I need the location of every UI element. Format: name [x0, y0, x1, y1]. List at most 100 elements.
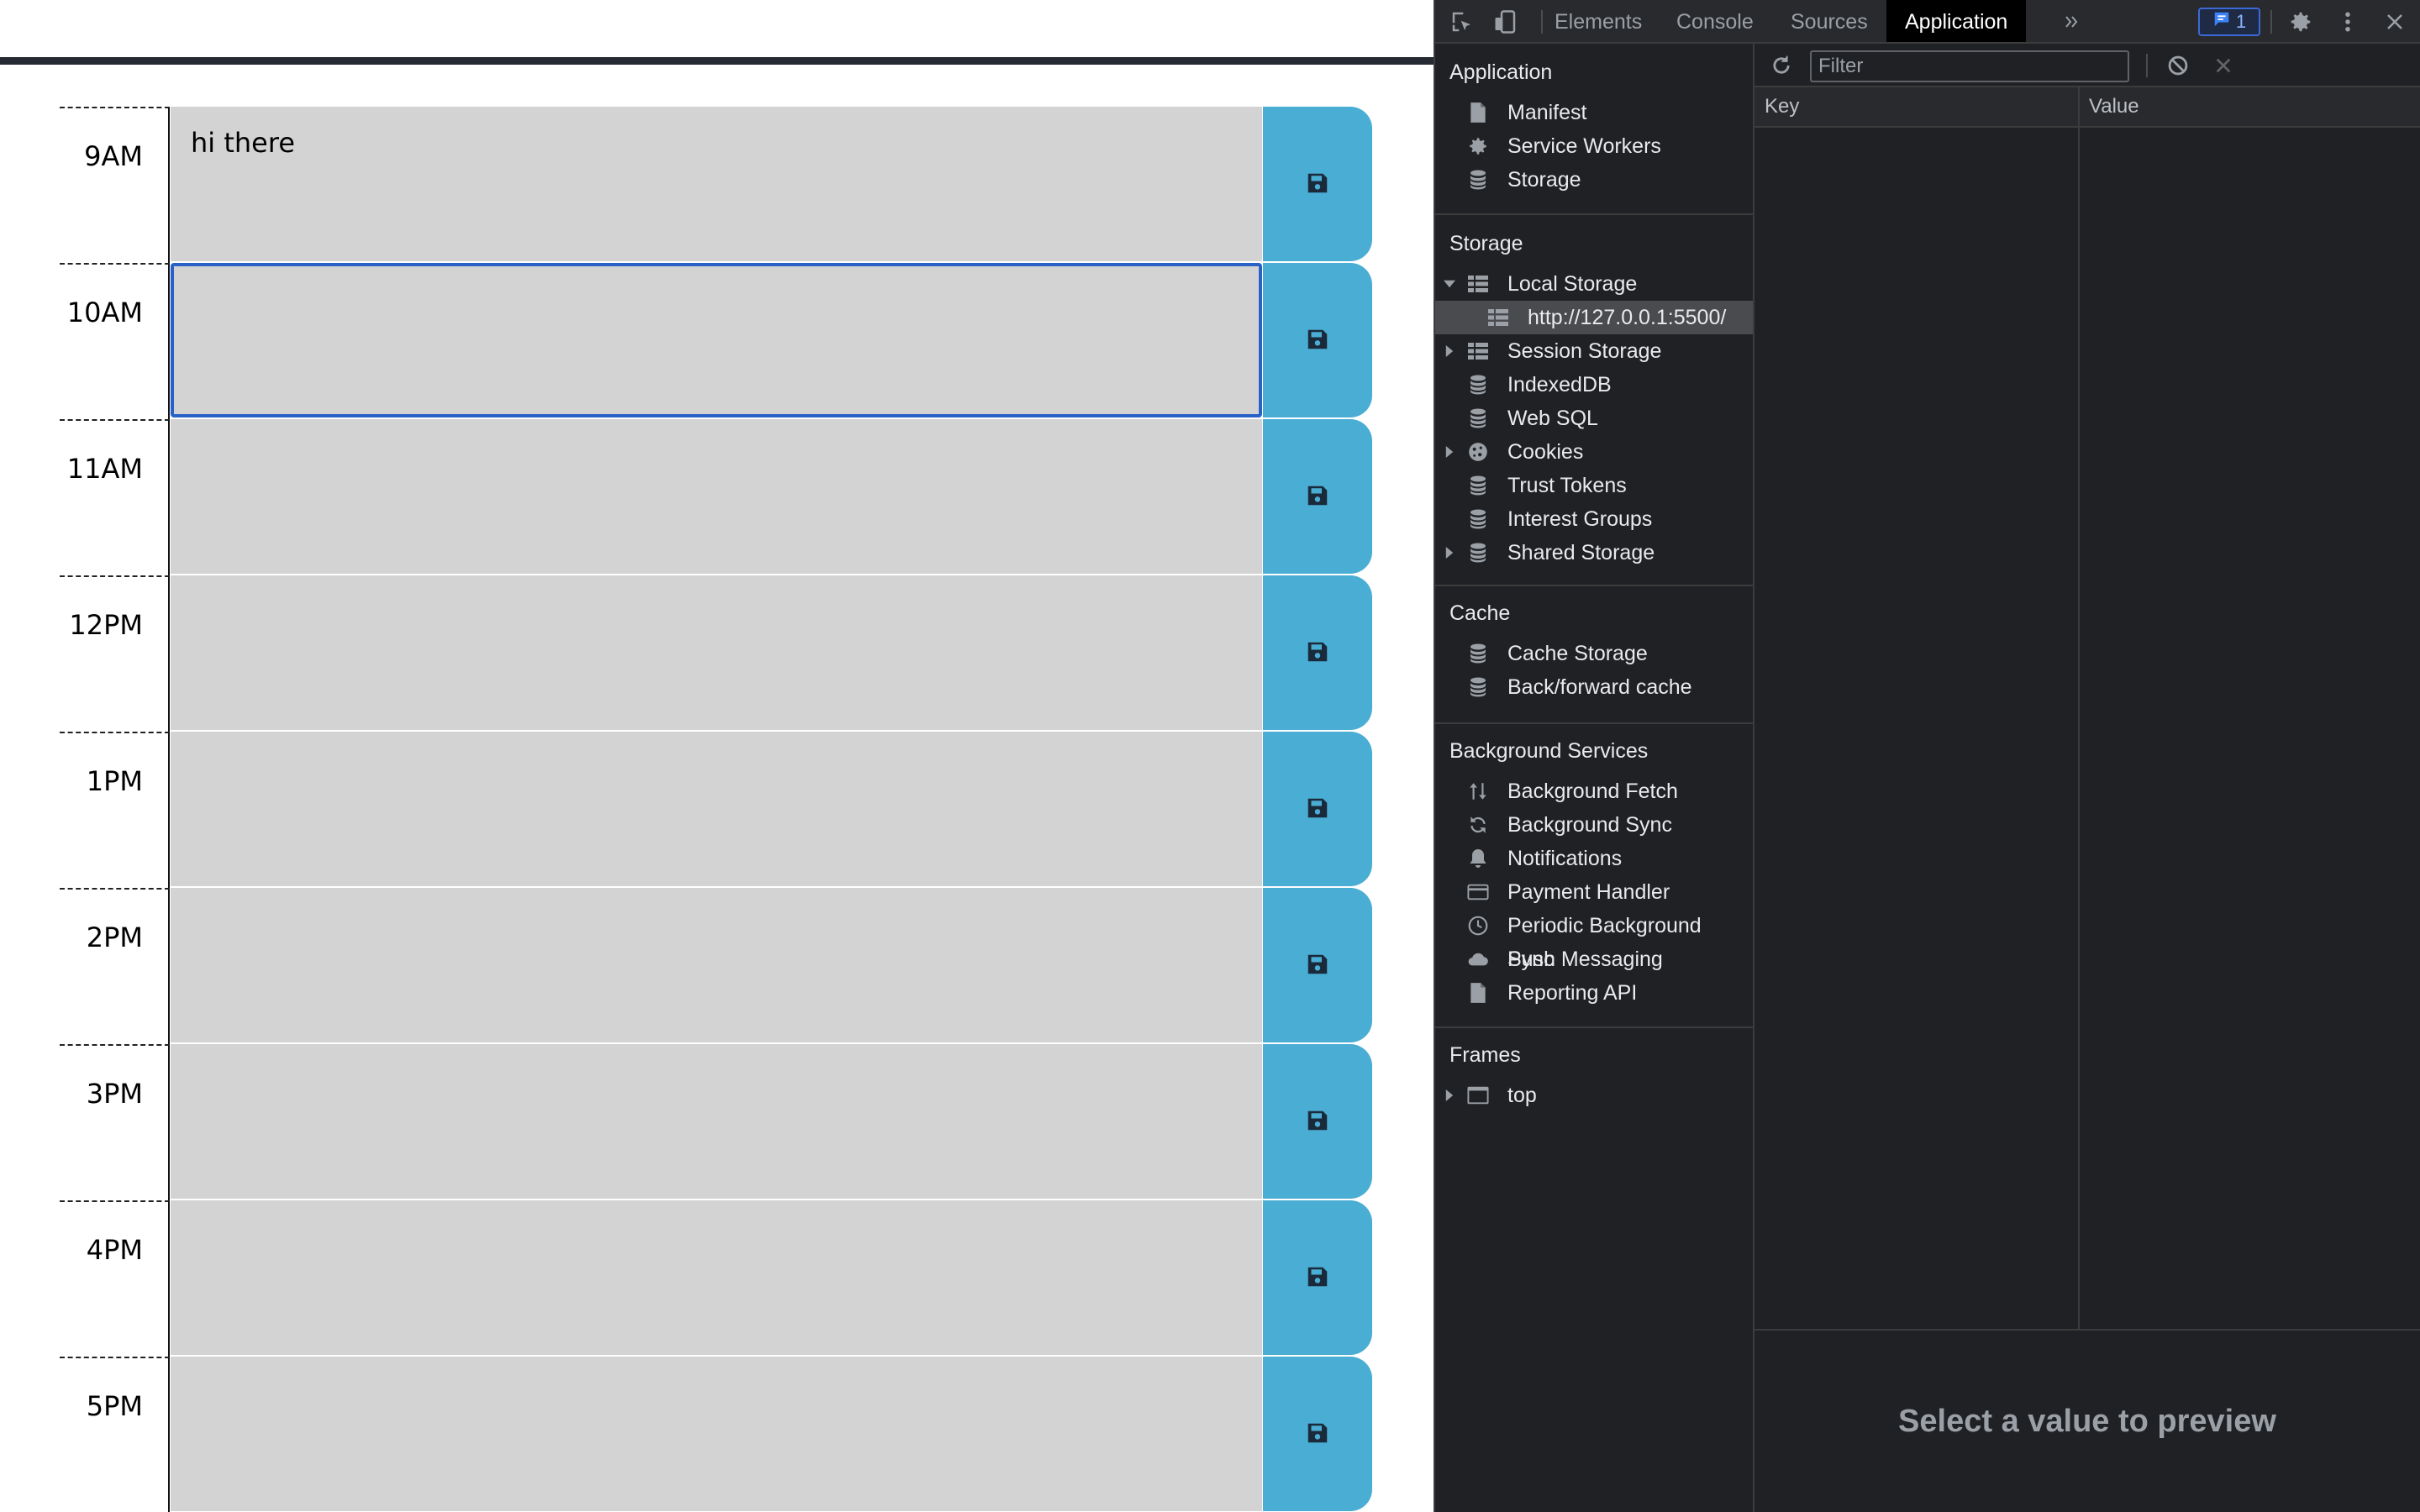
expand-right-icon[interactable] — [1442, 1079, 1457, 1112]
database-icon — [1467, 508, 1489, 530]
sidebar-item-http-127-0-0-1-5500[interactable]: http://127.0.0.1:5500/ — [1435, 301, 1753, 334]
sidebar-item-label: Notifications — [1507, 847, 1623, 870]
sidebar-item-notifications[interactable]: Notifications — [1435, 842, 1753, 875]
sidebar-item-reporting-api[interactable]: Reporting API — [1435, 976, 1753, 1010]
save-icon — [1305, 327, 1330, 354]
sidebar-item-cookies[interactable]: Cookies — [1435, 435, 1753, 469]
expand-right-icon[interactable] — [1442, 334, 1457, 368]
time-block-row: 1PM — [0, 732, 1434, 888]
column-header-key[interactable]: Key — [1754, 87, 1799, 126]
save-button[interactable] — [1263, 107, 1372, 261]
settings-gear-icon[interactable] — [2286, 7, 2316, 37]
section-title-application: Application — [1449, 60, 1553, 84]
save-icon — [1305, 483, 1330, 511]
delete-selected-icon[interactable] — [2208, 50, 2238, 81]
hour-label: 12PM — [60, 575, 170, 732]
sidebar-item-label: Cache Storage — [1507, 642, 1648, 665]
time-block-row: 2PM — [0, 888, 1434, 1044]
event-description-input[interactable] — [171, 888, 1262, 1042]
save-button[interactable] — [1263, 419, 1372, 574]
tab-sources[interactable]: Sources — [1772, 0, 1886, 42]
sidebar-item-label: Background Sync — [1507, 813, 1672, 837]
section-title-cache: Cache — [1449, 601, 1511, 625]
sidebar-item-service-workers[interactable]: Service Workers — [1435, 129, 1753, 163]
refresh-icon[interactable] — [1766, 50, 1797, 81]
save-button[interactable] — [1263, 732, 1372, 886]
column-header-value[interactable]: Value — [2079, 87, 2139, 126]
close-devtools-icon[interactable] — [2380, 7, 2410, 37]
issues-badge[interactable]: 1 — [2198, 8, 2260, 36]
toolbar-separator — [2270, 10, 2272, 34]
sidebar-item-local-storage[interactable]: Local Storage — [1435, 267, 1753, 301]
sidebar-item-label: Shared Storage — [1507, 541, 1655, 564]
database-icon — [1467, 374, 1489, 396]
sidebar-item-web-sql[interactable]: Web SQL — [1435, 402, 1753, 435]
sidebar-item-background-fetch[interactable]: Background Fetch — [1435, 774, 1753, 808]
event-description-input[interactable] — [171, 1357, 1262, 1511]
sidebar-item-background-sync[interactable]: Background Sync — [1435, 808, 1753, 842]
sidebar-item-top[interactable]: top — [1435, 1079, 1753, 1112]
sidebar-item-payment-handler[interactable]: Payment Handler — [1435, 875, 1753, 909]
sidebar-item-cache-storage[interactable]: Cache Storage — [1435, 637, 1753, 670]
expand-right-icon[interactable] — [1442, 435, 1457, 469]
inspect-element-icon[interactable] — [1447, 7, 1477, 37]
device-toolbar-icon[interactable] — [1491, 7, 1521, 37]
sidebar-item-periodic-background-sync[interactable]: Periodic Background Sync — [1435, 909, 1753, 971]
sidebar-item-label: top — [1507, 1084, 1537, 1107]
sidebar-item-label: Web SQL — [1507, 407, 1598, 430]
save-icon — [1305, 1108, 1330, 1136]
clear-all-icon[interactable] — [2163, 50, 2193, 81]
event-description-input[interactable] — [171, 263, 1262, 417]
sidebar-item-label: Reporting API — [1507, 981, 1638, 1005]
clock-icon — [1467, 915, 1489, 937]
sidebar-item-manifest[interactable]: Manifest — [1435, 96, 1753, 129]
sidebar-item-shared-storage[interactable]: Shared Storage — [1435, 536, 1753, 570]
sidebar-item-storage[interactable]: Storage — [1435, 163, 1753, 197]
filter-input[interactable] — [1810, 50, 2129, 82]
section-title-frames: Frames — [1449, 1043, 1521, 1067]
expand-right-icon[interactable] — [1442, 536, 1457, 570]
more-tabs-icon[interactable] — [2057, 7, 2087, 37]
tab-console[interactable]: Console — [1658, 0, 1772, 42]
tab-elements[interactable]: Elements — [1536, 0, 1660, 42]
database-icon — [1467, 169, 1489, 191]
file-icon — [1467, 102, 1489, 123]
sidebar-item-trust-tokens[interactable]: Trust Tokens — [1435, 469, 1753, 502]
save-button[interactable] — [1263, 1357, 1372, 1511]
event-description-input[interactable] — [171, 1200, 1262, 1355]
application-sidebar: Application Manifest Service Workers Storag… — [1435, 44, 1754, 1512]
issues-message-icon — [2212, 10, 2231, 34]
event-description-input[interactable]: hi there — [171, 107, 1262, 261]
sidebar-item-label: IndexedDB — [1507, 373, 1612, 396]
sidebar-item-label: Manifest — [1507, 101, 1587, 124]
bell-icon — [1467, 848, 1489, 869]
save-button[interactable] — [1263, 888, 1372, 1042]
event-description-input[interactable] — [171, 732, 1262, 886]
table-icon — [1467, 273, 1489, 295]
sidebar-item-indexeddb[interactable]: IndexedDB — [1435, 368, 1753, 402]
more-options-icon[interactable] — [2333, 7, 2363, 37]
event-description-input[interactable] — [171, 1044, 1262, 1199]
time-block-row: 11AM — [0, 419, 1434, 575]
expand-down-icon[interactable] — [1442, 267, 1457, 301]
sidebar-item-label: Push Messaging — [1507, 948, 1663, 971]
event-description-input[interactable] — [171, 419, 1262, 574]
tab-application[interactable]: Application — [1886, 0, 2027, 42]
hour-label: 9AM — [60, 107, 170, 263]
time-block-row: 9AM hi there — [0, 107, 1434, 263]
sidebar-item-session-storage[interactable]: Session Storage — [1435, 334, 1753, 368]
sidebar-item-back-forward-cache[interactable]: Back/forward cache — [1435, 670, 1753, 704]
sidebar-item-label: http://127.0.0.1:5500/ — [1528, 306, 1727, 329]
time-block-row: 12PM — [0, 575, 1434, 732]
save-icon — [1305, 171, 1330, 198]
save-button[interactable] — [1263, 575, 1372, 730]
save-button[interactable] — [1263, 263, 1372, 417]
sidebar-item-push-messaging[interactable]: Push Messaging — [1435, 942, 1753, 976]
sidebar-item-label: Interest Groups — [1507, 507, 1653, 531]
event-description-input[interactable] — [171, 575, 1262, 730]
save-button[interactable] — [1263, 1200, 1372, 1355]
sidebar-item-label: Session Storage — [1507, 339, 1662, 363]
save-button[interactable] — [1263, 1044, 1372, 1199]
up-down-arrows-icon — [1467, 780, 1489, 802]
sidebar-item-interest-groups[interactable]: Interest Groups — [1435, 502, 1753, 536]
